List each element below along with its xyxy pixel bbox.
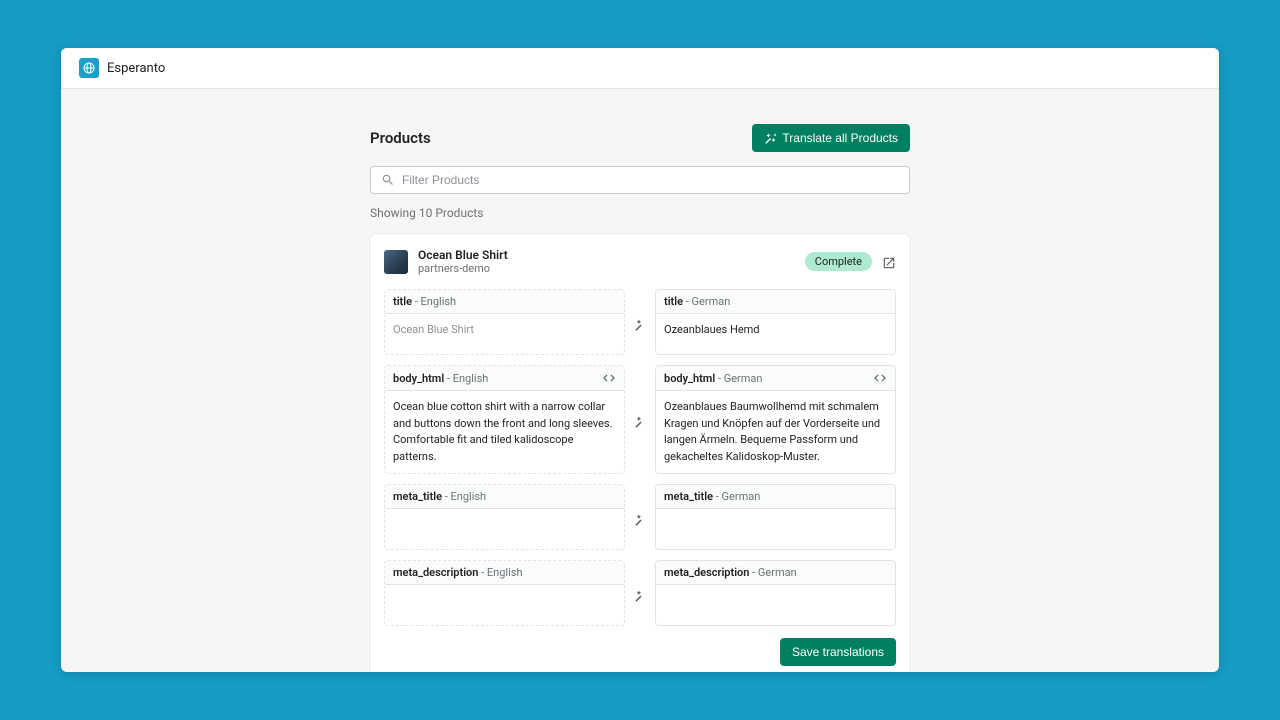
- product-meta: Ocean Blue Shirt partners-demo: [418, 248, 508, 275]
- field-key: meta_description: [393, 566, 478, 579]
- target-field-meta-title[interactable]: meta_title - German: [655, 484, 896, 550]
- field-head: title - German: [656, 290, 895, 314]
- wand-icon: [764, 132, 776, 144]
- wand-icon: [634, 589, 647, 602]
- product-card: Ocean Blue Shirt partners-demo Complete: [370, 234, 910, 672]
- code-icon[interactable]: [873, 371, 887, 385]
- auto-translate-button[interactable]: [634, 587, 647, 600]
- auto-translate-button[interactable]: [634, 511, 647, 524]
- field-head: body_html - German: [656, 366, 895, 391]
- field-body: Ocean blue cotton shirt with a narrow co…: [385, 391, 624, 473]
- app-header: Esperanto: [61, 48, 1219, 89]
- app-body: Products Translate all Products Showing …: [61, 89, 1219, 672]
- product-handle: partners-demo: [418, 262, 508, 275]
- field-key: title: [664, 295, 683, 308]
- target-field-title[interactable]: title - German Ozeanblaues Hemd: [655, 289, 896, 355]
- app-logo: [79, 58, 99, 78]
- auto-translate-button[interactable]: [634, 316, 647, 329]
- field-lang: German: [722, 490, 761, 503]
- wand-col: [631, 484, 649, 550]
- field-row-title: title - English Ocean Blue Shirt title -…: [384, 289, 896, 355]
- field-lang: English: [421, 295, 457, 308]
- card-foot: Save translations: [384, 638, 896, 666]
- status-badge: Complete: [805, 252, 872, 271]
- field-key: meta_title: [664, 490, 713, 503]
- product-info: Ocean Blue Shirt partners-demo: [384, 248, 508, 275]
- search-wrap[interactable]: [370, 166, 910, 194]
- source-field-body: body_html - English Ocean blue cotton sh…: [384, 365, 625, 474]
- field-body: [385, 585, 624, 625]
- field-key: title: [393, 295, 412, 308]
- wand-col: [631, 560, 649, 626]
- external-link-icon: [882, 256, 896, 270]
- field-head: meta_description - German: [656, 561, 895, 585]
- field-key: meta_description: [664, 566, 749, 579]
- content: Products Translate all Products Showing …: [370, 124, 910, 672]
- field-key: body_html: [393, 372, 444, 385]
- field-head: meta_title - English: [385, 485, 624, 509]
- field-key: meta_title: [393, 490, 442, 503]
- field-body: Ocean Blue Shirt: [385, 314, 624, 354]
- search-icon: [381, 173, 395, 187]
- field-body[interactable]: Ozeanblaues Baumwollhemd mit schmalem Kr…: [656, 391, 895, 473]
- field-row-meta-desc: meta_description - English meta_descript…: [384, 560, 896, 626]
- page-title: Products: [370, 129, 431, 147]
- app-name: Esperanto: [107, 61, 165, 76]
- code-icon[interactable]: [602, 371, 616, 385]
- source-field-meta-desc: meta_description - English: [384, 560, 625, 626]
- field-row-meta-title: meta_title - English meta_title - German: [384, 484, 896, 550]
- target-field-meta-desc[interactable]: meta_description - German: [655, 560, 896, 626]
- search-input[interactable]: [402, 173, 899, 187]
- save-translations-button[interactable]: Save translations: [780, 638, 896, 666]
- field-head: meta_title - German: [656, 485, 895, 509]
- wand-icon: [634, 318, 647, 331]
- field-lang: German: [758, 566, 797, 579]
- field-key: body_html: [664, 372, 715, 385]
- field-lang: English: [453, 372, 489, 385]
- save-label: Save translations: [792, 645, 884, 659]
- field-body[interactable]: [656, 509, 895, 549]
- field-body[interactable]: [656, 585, 895, 625]
- field-head: title - English: [385, 290, 624, 314]
- field-lang: German: [724, 372, 763, 385]
- field-row-body: body_html - English Ocean blue cotton sh…: [384, 365, 896, 474]
- globe-icon: [83, 62, 95, 74]
- field-lang: English: [487, 566, 523, 579]
- target-field-body[interactable]: body_html - German Ozeanblaues Baumwollh…: [655, 365, 896, 474]
- wand-col: [631, 289, 649, 355]
- page-head: Products Translate all Products: [370, 124, 910, 152]
- source-field-title: title - English Ocean Blue Shirt: [384, 289, 625, 355]
- wand-col: [631, 365, 649, 474]
- app-window: Esperanto Products Translate all Product…: [61, 48, 1219, 672]
- product-name: Ocean Blue Shirt: [418, 248, 508, 262]
- translate-all-label: Translate all Products: [782, 131, 898, 145]
- translate-all-button[interactable]: Translate all Products: [752, 124, 910, 152]
- field-lang: German: [692, 295, 731, 308]
- field-lang: English: [451, 490, 487, 503]
- product-head: Ocean Blue Shirt partners-demo Complete: [384, 248, 896, 275]
- external-link-button[interactable]: [882, 255, 896, 269]
- field-body: [385, 509, 624, 549]
- field-body[interactable]: Ozeanblaues Hemd: [656, 314, 895, 354]
- wand-icon: [634, 415, 647, 428]
- field-head: body_html - English: [385, 366, 624, 391]
- product-actions: Complete: [805, 252, 896, 271]
- product-thumbnail: [384, 250, 408, 274]
- field-head: meta_description - English: [385, 561, 624, 585]
- wand-icon: [634, 513, 647, 526]
- product-count: Showing 10 Products: [370, 206, 910, 220]
- source-field-meta-title: meta_title - English: [384, 484, 625, 550]
- auto-translate-button[interactable]: [634, 413, 647, 426]
